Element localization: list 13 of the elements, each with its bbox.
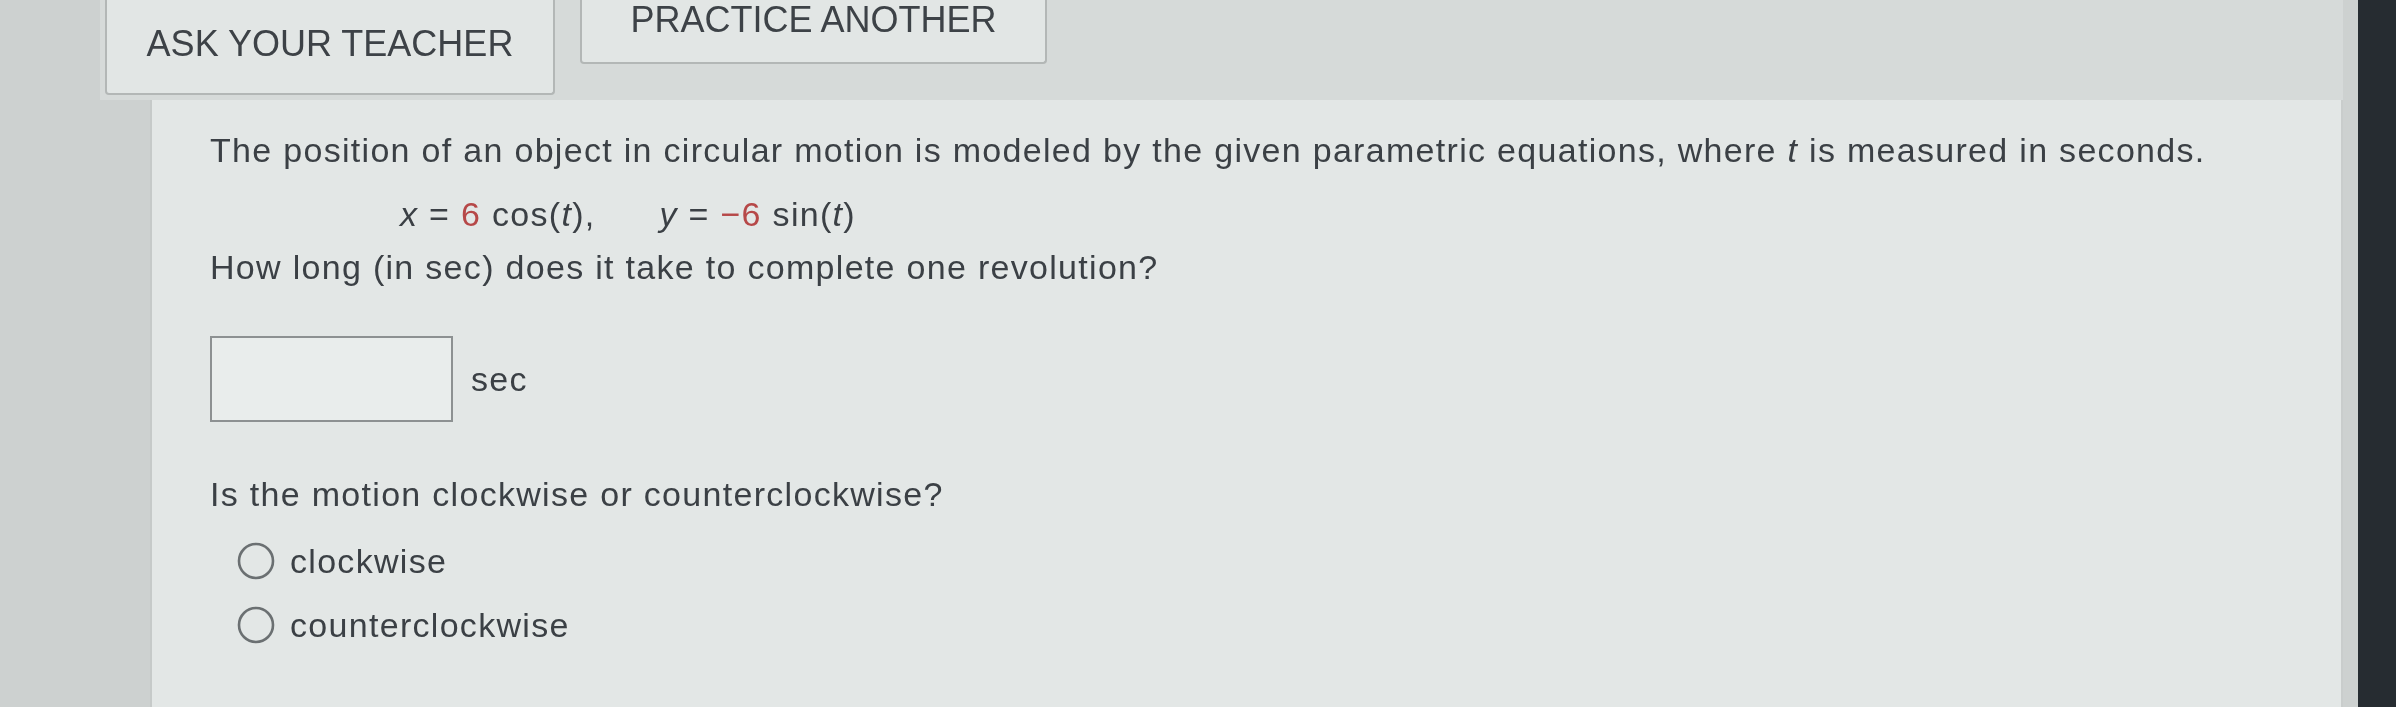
question-text: How long (in sec) does it take to complete one revolution?	[210, 247, 1160, 288]
radio-icon[interactable]	[237, 606, 275, 644]
ask-teacher-button[interactable]: ASK YOUR TEACHER	[105, 0, 555, 95]
practice-another-button[interactable]: PRACTICE ANOTHER	[580, 0, 1047, 64]
answer-field[interactable]	[210, 336, 453, 422]
problem-text: The position of an object in circular motion is modeled by the given parametric equations, where t is measured in seconds.	[210, 130, 2207, 171]
equation: y = −6 sin(t)	[659, 194, 856, 235]
question-text: Is the motion clockwise or counterclockwise?	[210, 474, 945, 515]
radio-option[interactable]: counterclockwise	[237, 603, 570, 647]
radio-option[interactable]: clockwise	[237, 539, 448, 583]
radio-icon[interactable]	[237, 542, 275, 580]
equation: x = 6 cos(t),	[400, 194, 596, 235]
unit-label: sec	[471, 359, 528, 400]
